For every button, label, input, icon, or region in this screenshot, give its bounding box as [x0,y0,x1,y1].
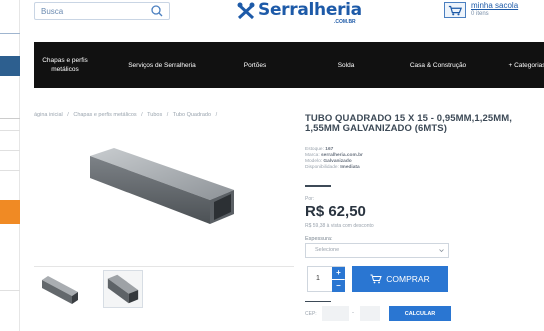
meta-value: Galvanizado [323,159,352,164]
product-title: TUBO QUADRADO 15 X 15 - 0,95MM,1,25MM, 1… [305,113,513,134]
cart-icon [370,274,382,284]
cep-label: CEP: [305,311,317,317]
buy-button[interactable]: COMPRAR [352,266,448,292]
left-edge-highlight [0,56,20,76]
breadcrumb-separator: / [141,112,143,118]
meta-value: 167 [325,147,334,152]
quantity-decrease-button[interactable] [332,280,345,292]
nav-item-servicos-serralheria[interactable]: Serviços de Serralheria [118,42,206,88]
product-image [90,148,234,224]
left-edge-bar [0,24,20,34]
price-divider [305,185,331,187]
product-price: R$ 62,50 [305,203,366,220]
espessura-label: Espessura: [305,236,333,242]
left-edge-divider [0,290,20,291]
logo-subtext: .COM.BR [334,19,356,25]
cep-separator: - [352,310,354,316]
breadcrumb-separator: / [67,112,69,118]
nav-item-chapas-perfis[interactable]: Chapas e perfis metálicos [34,42,96,88]
price-prefix-label: Por: [305,196,315,202]
meta-value: Imediata [340,165,360,170]
breadcrumb: ágina inicial / Chapas e perfis metálico… [34,112,220,118]
product-meta: Estoque: 167 Marca: serralheria.com.br M… [305,147,363,171]
cart-icon[interactable] [444,2,466,18]
breadcrumb-separator: / [166,112,169,118]
select-value: Selecione [315,247,340,253]
breadcrumb-home[interactable]: ágina inicial [34,112,63,118]
meta-label: Disponibilidade: [305,165,339,170]
product-thumbnail[interactable] [40,270,80,308]
buy-button-label: COMPRAR [386,274,430,284]
left-edge-divider [0,170,20,171]
quantity-increase-button[interactable] [332,267,345,279]
calculate-shipping-button[interactable]: CALCULAR [389,306,451,321]
left-edge-divider [0,130,20,131]
site-logo[interactable]: Serralheria .COM.BR [236,0,362,30]
meta-disponibilidade: Disponibilidade: Imediata [305,165,363,171]
cep-field-prefix[interactable] [322,306,349,321]
logo-text: Serralheria [258,0,362,20]
search-icon[interactable] [149,4,165,18]
breadcrumb-tubos[interactable]: Tubos [147,112,162,118]
tools-icon [237,2,255,20]
breadcrumb-chapas[interactable]: Chapas e perfis metálicos [73,112,136,118]
cart-count: 0 itens [471,11,489,17]
espessura-select[interactable]: Selecione [305,243,449,258]
product-thumbnail[interactable] [103,270,143,308]
nav-item-portoes[interactable]: Portões [230,42,280,88]
search-input[interactable] [35,3,145,19]
breadcrumb-tubo-quadrado[interactable]: Tubo Quadrado [173,112,211,118]
left-edge-divider [0,118,20,119]
meta-label: Estoque: [305,147,324,152]
image-divider [34,266,294,267]
nav-item-mais-categorias[interactable]: + Categorias [504,42,544,88]
price-discount-note: R$ 59,38 à vista com desconto [305,223,374,229]
quantity-stepper: 1 [307,266,345,292]
left-edge-orange-block [0,200,20,224]
left-edge-panel [0,0,20,331]
search-box [34,2,170,20]
left-edge-divider [0,150,20,151]
page: Serralheria .COM.BR minha sacola 0 itens… [0,0,544,331]
nav-item-solda[interactable]: Solda [326,42,366,88]
main-navigation: Chapas e perfis metálicos Serviços de Se… [34,42,544,88]
nav-item-casa-construcao[interactable]: Casa & Construção [398,42,478,88]
meta-value: serralheria.com.br [321,153,363,158]
cart-widget[interactable]: minha sacola 0 itens [444,0,544,24]
meta-label: Modelo: [305,159,323,164]
chevron-down-icon [439,249,444,253]
quantity-value[interactable]: 1 [316,275,320,282]
meta-label: Marca: [305,153,320,158]
breadcrumb-separator: / [215,112,218,118]
shipping-divider [305,301,331,302]
cart-title[interactable]: minha sacola [471,1,518,10]
cep-field-suffix[interactable] [360,306,380,321]
